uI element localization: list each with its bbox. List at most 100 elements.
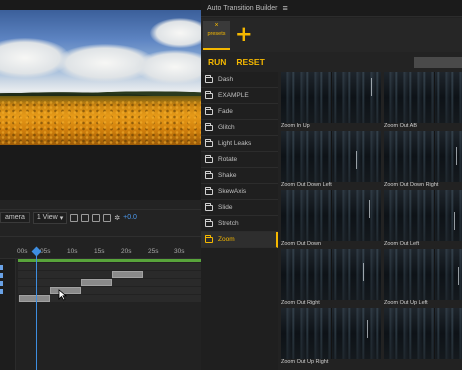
preset-thumbnail[interactable]: Zoom Out Down Left (281, 131, 381, 189)
preset-preview-image (384, 131, 462, 182)
folder-label: Glitch (218, 124, 235, 131)
preset-caption: Zoom In Up (281, 123, 310, 129)
preset-thumbnail[interactable]: Zoom Out Up Left (384, 249, 462, 307)
work-area-bar[interactable] (18, 259, 201, 262)
layer-clip[interactable] (19, 295, 50, 302)
folder-label: SkewAxis (218, 188, 247, 195)
preset-preview-image (281, 131, 381, 182)
preset-thumbnail[interactable]: Zoom Out Left (384, 190, 462, 248)
preset-thumbnail[interactable]: Zoom Out Down Right (384, 131, 462, 189)
tab-presets[interactable]: × presets (203, 21, 230, 50)
folder-item-zoom[interactable]: Zoom (201, 232, 278, 248)
folder-item-rotate[interactable]: Rotate (201, 152, 278, 168)
folder-item-glitch[interactable]: Glitch (201, 120, 278, 136)
preset-preview-image (281, 308, 381, 359)
layer-clip[interactable] (81, 279, 112, 286)
search-input[interactable] (414, 57, 462, 68)
viewer-toolbar: amera 1 View ▾ ✲ +0.0 (0, 209, 201, 225)
active-camera-dropdown[interactable]: amera (0, 212, 30, 223)
folder-item-slide[interactable]: Slide (201, 200, 278, 216)
preset-thumbnail[interactable]: Zoom Out AB (384, 72, 462, 130)
reset-button[interactable]: RESET (236, 57, 264, 67)
folder-label: Slide (218, 204, 233, 211)
folder-label: Zoom (218, 236, 235, 243)
ruler-tick: 10s (67, 248, 78, 255)
folder-label: Dash (218, 76, 234, 83)
add-tab-button[interactable]: + (235, 22, 253, 46)
close-icon[interactable]: × (203, 21, 230, 30)
ruler-tick: 05s (40, 248, 51, 255)
folder-label: Stretch (218, 220, 239, 227)
panel-header: Auto Transition Builder ≡ (201, 0, 462, 17)
view-layout-label: 1 View (36, 214, 58, 221)
time-ruler[interactable]: 00s 05s 10s 15s 20s 25s 30s (0, 245, 201, 259)
timeline-panel[interactable]: 00s 05s 10s 15s 20s 25s 30s (0, 236, 201, 370)
layer-switches-column (0, 259, 16, 370)
folder-label: Rotate (218, 156, 238, 163)
preset-thumbnail[interactable]: Zoom Out Down (281, 190, 381, 248)
preset-thumbnail[interactable]: Zoom Out Right (281, 249, 381, 307)
layer-track[interactable] (18, 271, 201, 278)
preset-tabs: × presets + (201, 18, 462, 52)
layer-track[interactable] (18, 279, 201, 286)
folder-icon (205, 138, 213, 147)
toggle-pixel-aspect-icon[interactable] (70, 213, 79, 222)
layer-label-color (0, 265, 3, 270)
chevron-down-icon: ▾ (59, 214, 64, 222)
folder-label: Fade (218, 108, 233, 115)
preset-thumbnail[interactable]: Zoom Out Up Right (281, 308, 381, 366)
preset-caption: Zoom Out Down (281, 241, 322, 247)
preset-caption: Zoom Out Up Left (384, 300, 428, 306)
folder-icon (205, 154, 213, 163)
folder-label: Shake (218, 172, 237, 179)
preset-caption: Zoom Out Up Right (281, 359, 329, 365)
folder-label: EXAMPLE (218, 92, 249, 99)
folder-item-light-leaks[interactable]: Light Leaks (201, 136, 278, 152)
preset-preview-image (281, 72, 381, 123)
folder-item-example[interactable]: EXAMPLE (201, 88, 278, 104)
exposure-value[interactable]: +0.0 (123, 214, 137, 221)
layer-track[interactable] (18, 295, 201, 302)
run-button[interactable]: RUN (208, 57, 226, 67)
preset-caption: Zoom Out Down Right (384, 182, 439, 188)
3d-view-icon[interactable] (103, 213, 112, 222)
ruler-tick: 25s (148, 248, 159, 255)
preset-grid: Zoom In Up Zoom Out AB Zoom Out Down Lef… (281, 72, 462, 370)
composition-viewer[interactable] (0, 0, 201, 200)
folder-item-fade[interactable]: Fade (201, 104, 278, 120)
flower-texture (0, 100, 201, 145)
preset-thumbnail[interactable] (384, 308, 462, 366)
preset-preview-image (384, 190, 462, 241)
layer-track[interactable] (18, 263, 201, 270)
folder-icon (205, 74, 213, 83)
layer-label-color (0, 289, 3, 294)
folder-list: Dash EXAMPLE Fade Glitch Light Leaks Rot… (201, 72, 278, 370)
panel-title: Auto Transition Builder (207, 4, 278, 12)
layer-track[interactable] (18, 287, 201, 294)
preset-preview-image (384, 72, 462, 123)
layer-label-color (0, 281, 3, 286)
transparency-grid-icon[interactable] (92, 213, 101, 222)
ruler-tick: 20s (121, 248, 132, 255)
folder-label: Light Leaks (218, 140, 252, 147)
folder-item-shake[interactable]: Shake (201, 168, 278, 184)
preset-caption: Zoom Out Left (384, 241, 420, 247)
view-layout-dropdown[interactable]: 1 View ▾ (32, 211, 68, 224)
tab-label: presets (207, 31, 226, 37)
playhead-line (36, 247, 37, 370)
layer-clip[interactable] (112, 271, 143, 278)
layer-label-color (0, 273, 3, 278)
ruler-tick: 30s (174, 248, 185, 255)
folder-icon (205, 234, 213, 243)
hamburger-icon[interactable]: ≡ (282, 3, 287, 13)
folder-item-stretch[interactable]: Stretch (201, 216, 278, 232)
action-bar: RUN RESET (201, 52, 462, 72)
folder-item-skewaxis[interactable]: SkewAxis (201, 184, 278, 200)
folder-item-dash[interactable]: Dash (201, 72, 278, 88)
preset-caption: Zoom Out Down Left (281, 182, 332, 188)
preset-thumbnail[interactable]: Zoom In Up (281, 72, 381, 130)
preset-caption: Zoom Out AB (384, 123, 418, 129)
exposure-icon[interactable]: ✲ (114, 214, 120, 222)
preset-preview-image (281, 190, 381, 241)
fast-previews-icon[interactable] (81, 213, 90, 222)
